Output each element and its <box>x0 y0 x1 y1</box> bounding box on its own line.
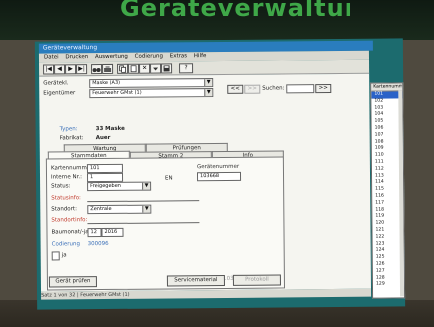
search-input[interactable] <box>286 84 315 94</box>
copy-icon[interactable] <box>117 63 129 74</box>
menu-extras[interactable]: Extras <box>170 53 187 59</box>
help-button[interactable]: ? <box>179 63 194 74</box>
statusinfo-label: Statusinfo: <box>51 195 81 202</box>
geraetenummer-label: Gerätenummer <box>196 163 240 171</box>
checkbox-label: ja <box>61 252 67 259</box>
standort-label: Standort: <box>51 206 77 213</box>
checkbox[interactable] <box>51 251 60 261</box>
save-icon[interactable] <box>161 63 173 74</box>
status-label: Status: <box>51 183 71 190</box>
print-icon[interactable] <box>102 63 114 75</box>
fabrikat-value: Auer <box>95 134 111 142</box>
menu-datei[interactable]: Datei <box>44 54 59 60</box>
fabrikat-label: Fabrikat: <box>59 135 84 142</box>
typ-value: 33 Maske <box>95 125 125 133</box>
scrollbar[interactable] <box>398 90 405 297</box>
menu-hilfe[interactable]: Hilfe <box>194 53 207 59</box>
geraetenummer-field[interactable]: 103668 <box>196 171 242 182</box>
baumonat-year-field[interactable]: 2016 <box>101 227 124 238</box>
chevron-down-icon: ▼ <box>142 205 151 213</box>
projected-heading: Geräteverwaltung <box>120 0 350 22</box>
kartennummer-field[interactable]: 101 <box>86 163 123 174</box>
stammdaten-panel: Kartennummer: 101 Interne Nr.: 1 Status:… <box>45 156 286 291</box>
baumonat-month-field[interactable]: 12 <box>87 228 102 238</box>
geraet-pruefen-button[interactable]: Gerät prüfen <box>48 276 97 288</box>
record-form: Gerätekl. Maske (A3) ▼ Eigentümer Feuerw… <box>39 73 372 292</box>
chevron-down-icon: ▼ <box>204 89 213 97</box>
eigentuemer-label: Eigentümer <box>43 90 76 97</box>
status-bar: Satz 1 von 32 | Feuerwehr GMst (1) <box>41 288 372 300</box>
app-window: Geräteverwaltung Datei Drucken Auswertun… <box>34 38 406 310</box>
geraetekl-value: Maske (A3) <box>92 79 121 87</box>
binoculars-icon[interactable] <box>91 64 103 75</box>
dropdown-icon[interactable] <box>150 63 162 74</box>
standortinfo-field[interactable] <box>87 215 200 225</box>
eigentuemer-value: Feuerwehr GMst (1) <box>92 89 142 97</box>
first-record-button[interactable]: |◀ <box>43 64 55 75</box>
geraetekl-select[interactable]: Maske (A3) ▼ <box>89 78 214 89</box>
typ-label: Typen: <box>59 126 78 133</box>
standort-value: Zentrale <box>90 205 112 213</box>
last-record-button[interactable]: ▶| <box>76 64 88 75</box>
menu-drucken[interactable]: Drucken <box>65 54 88 60</box>
kartennummer-list: Kartennummer 101 102 103 104 105 106 107 108 109… <box>370 82 406 299</box>
menu-auswertung[interactable]: Auswertung <box>95 54 128 60</box>
geraetekl-label: Gerätekl. <box>43 80 69 87</box>
status-select[interactable]: Freigegeben ▼ <box>87 181 152 192</box>
menu-codierung[interactable]: Codierung <box>135 53 163 59</box>
prev-record-button[interactable]: ◀ <box>54 64 66 75</box>
standort-select[interactable]: Zentrale ▼ <box>87 204 152 215</box>
codierung-value: 300096 <box>87 240 109 248</box>
new-icon[interactable] <box>128 63 140 74</box>
interne-label: Interne Nr.: <box>50 174 82 181</box>
standortinfo-label: Standortinfo: <box>51 217 88 224</box>
delete-button[interactable]: ✕ <box>139 63 151 74</box>
interne-field[interactable]: 1 <box>86 172 124 183</box>
en-label: EN <box>165 175 173 182</box>
protokoll-button[interactable]: Protokoll <box>232 274 281 286</box>
status-value: Freigegeben <box>90 182 121 190</box>
chevron-down-icon: ▼ <box>142 182 151 190</box>
search-label: Suchen: <box>262 85 285 92</box>
next-record-button[interactable]: ▶ <box>65 64 77 75</box>
chevron-down-icon: ▼ <box>204 79 213 87</box>
codierung-label: Codierung <box>51 241 80 248</box>
forward-button[interactable]: >> <box>315 84 332 94</box>
back-button[interactable]: << <box>227 84 244 94</box>
eigentuemer-select[interactable]: Feuerwehr GMst (1) ▼ <box>89 88 214 99</box>
statusinfo-field[interactable] <box>87 193 200 203</box>
servicematerial-button[interactable]: Servicematerial <box>166 274 225 287</box>
forward-small-button[interactable]: >> <box>244 84 261 94</box>
